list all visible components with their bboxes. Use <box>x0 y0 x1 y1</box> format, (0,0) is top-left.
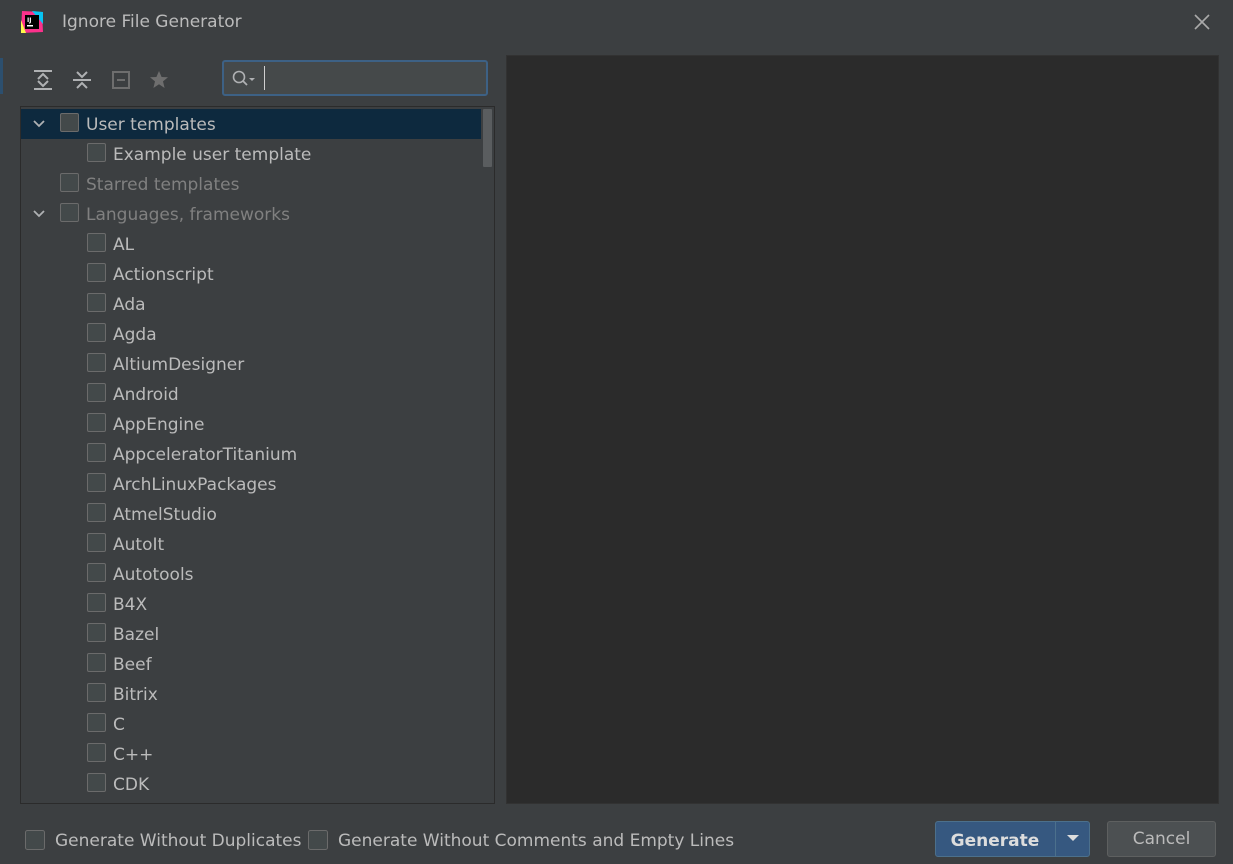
tree-row-checkbox[interactable] <box>87 413 106 432</box>
tree-row-checkbox[interactable] <box>87 563 106 582</box>
tree-row-checkbox[interactable] <box>87 443 106 462</box>
tree-row[interactable]: Actionscript <box>21 259 481 289</box>
tree-row[interactable]: C++ <box>21 739 481 769</box>
tree-row[interactable]: C <box>21 709 481 739</box>
tree-row-checkbox[interactable] <box>87 293 106 312</box>
dialog-title: Ignore File Generator <box>62 12 242 32</box>
search-field[interactable] <box>222 60 488 96</box>
tree-row-label: AppceleratorTitanium <box>113 445 298 465</box>
tree-row-checkbox[interactable] <box>60 203 79 222</box>
tree-row-label: Ada <box>113 295 146 315</box>
tree-row[interactable]: User templates <box>21 109 481 139</box>
tree-row-checkbox[interactable] <box>87 143 106 162</box>
tree-row-label: Languages, frameworks <box>86 205 290 225</box>
tree-row[interactable]: Example user template <box>21 139 481 169</box>
tree-row[interactable]: AppceleratorTitanium <box>21 439 481 469</box>
collapse-all-icon[interactable] <box>68 66 96 94</box>
tree-row[interactable]: Bazel <box>21 619 481 649</box>
tree-row-label: Bitrix <box>113 685 158 705</box>
tree-row-checkbox[interactable] <box>87 503 106 522</box>
tree-row[interactable]: AltiumDesigner <box>21 349 481 379</box>
cancel-button[interactable]: Cancel <box>1107 821 1216 857</box>
tree-row-checkbox[interactable] <box>87 653 106 672</box>
tree-row-label: Beef <box>113 655 152 675</box>
tree-row-checkbox[interactable] <box>87 773 106 792</box>
title-bar: IJ Ignore File Generator <box>0 0 1233 46</box>
tree-row[interactable]: CDK <box>21 769 481 799</box>
tree-row-checkbox[interactable] <box>60 173 79 192</box>
tree-row-checkbox[interactable] <box>87 623 106 642</box>
window-edge-marker <box>0 58 3 94</box>
tree-row-checkbox[interactable] <box>87 593 106 612</box>
tree-row-label: AppEngine <box>113 415 205 435</box>
uncheck-all-icon[interactable] <box>107 66 135 94</box>
tree-row[interactable]: Agda <box>21 319 481 349</box>
intellij-logo-icon: IJ <box>21 11 43 33</box>
search-input[interactable] <box>264 66 481 90</box>
tree-row[interactable]: Starred templates <box>21 169 481 199</box>
tree-row-label: CDK <box>113 775 150 795</box>
tree-row-label: B4X <box>113 595 148 615</box>
tree-row[interactable]: Android <box>21 379 481 409</box>
tree-row-label: User templates <box>86 115 216 135</box>
close-icon[interactable] <box>1188 8 1216 36</box>
tree-row-label: Android <box>113 385 179 405</box>
tree-row[interactable]: ArchLinuxPackages <box>21 469 481 499</box>
tree-row-label: AutoIt <box>113 535 165 555</box>
search-icon[interactable] <box>232 70 258 88</box>
tree-row-label: Starred templates <box>86 175 240 195</box>
tree-row-checkbox[interactable] <box>87 713 106 732</box>
tree-row-label: AL <box>113 235 135 255</box>
tree-row[interactable]: Beef <box>21 649 481 679</box>
tree-row-label: Agda <box>113 325 157 345</box>
tree-row-label: ArchLinuxPackages <box>113 475 277 495</box>
tree-row-label: Autotools <box>113 565 194 585</box>
tree-row[interactable]: AutoIt <box>21 529 481 559</box>
tree-row-checkbox[interactable] <box>60 113 79 132</box>
expand-all-icon[interactable] <box>29 66 57 94</box>
chevron-down-icon[interactable] <box>32 117 46 131</box>
tree-row-checkbox[interactable] <box>87 233 106 252</box>
chevron-down-icon[interactable] <box>1057 822 1089 856</box>
tree-scrollbar-thumb[interactable] <box>483 109 492 167</box>
tree-row-checkbox[interactable] <box>87 353 106 372</box>
tree-row[interactable]: AL <box>21 229 481 259</box>
svg-text:IJ: IJ <box>27 17 31 24</box>
tree-row-checkbox[interactable] <box>87 683 106 702</box>
tree-row[interactable]: Languages, frameworks <box>21 199 481 229</box>
without-duplicates-checkbox[interactable] <box>25 830 45 850</box>
tree-row-checkbox[interactable] <box>87 383 106 402</box>
tree-row-label: C <box>113 715 125 735</box>
tree-row-checkbox[interactable] <box>87 263 106 282</box>
tree-row-label: Actionscript <box>113 265 214 285</box>
generate-button[interactable]: Generate <box>935 821 1090 857</box>
template-tree[interactable]: CDK C++ C Bitrix Beef Bazel B4X Autotools AutoIt… <box>20 106 495 804</box>
tree-row[interactable]: Ada <box>21 289 481 319</box>
tree-row-label: Example user template <box>113 145 312 165</box>
template-preview <box>506 55 1219 804</box>
tree-row-label: AtmelStudio <box>113 505 217 525</box>
tree-row-label: Bazel <box>113 625 160 645</box>
tree-row[interactable]: AppEngine <box>21 409 481 439</box>
chevron-down-icon[interactable] <box>32 207 46 221</box>
tree-scrollbar[interactable] <box>479 107 494 803</box>
without-comments-label[interactable]: Generate Without Comments and Empty Line… <box>338 831 734 851</box>
tree-row[interactable]: AtmelStudio <box>21 499 481 529</box>
without-comments-checkbox[interactable] <box>308 830 328 850</box>
tree-row-label: AltiumDesigner <box>113 355 245 375</box>
tree-row-checkbox[interactable] <box>87 323 106 342</box>
generate-button-separator <box>1055 822 1056 856</box>
tree-row[interactable]: Autotools <box>21 559 481 589</box>
tree-row-checkbox[interactable] <box>87 533 106 552</box>
tree-row-checkbox[interactable] <box>87 473 106 492</box>
generate-button-label: Generate <box>950 831 1040 851</box>
tree-row-label: C++ <box>113 745 154 765</box>
star-icon[interactable] <box>145 66 173 94</box>
tree-row-checkbox[interactable] <box>87 743 106 762</box>
tree-row[interactable]: Bitrix <box>21 679 481 709</box>
without-duplicates-label[interactable]: Generate Without Duplicates <box>55 831 302 851</box>
tree-row[interactable]: B4X <box>21 589 481 619</box>
